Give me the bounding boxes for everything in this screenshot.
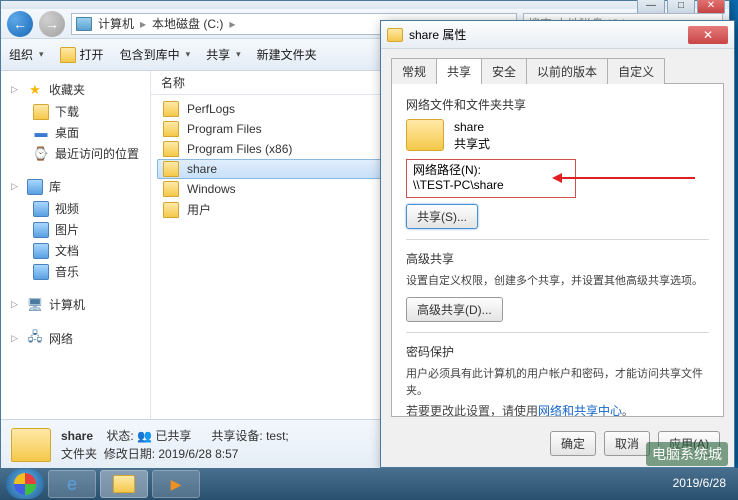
crumb-drive[interactable]: 本地磁盘 (C:)	[152, 15, 223, 32]
section-title: 密码保护	[406, 343, 709, 360]
folder-icon	[163, 181, 179, 197]
video-icon	[33, 201, 49, 217]
task-media[interactable]: ▶	[152, 470, 200, 498]
windows-orb-icon	[14, 473, 36, 495]
newfolder-button[interactable]: 新建文件夹	[257, 46, 317, 63]
forward-button[interactable]: →	[39, 11, 65, 37]
taskbar: e ▶ 2019/6/28	[0, 468, 738, 500]
dialog-title: share 属性	[409, 26, 466, 43]
folder-icon	[163, 161, 179, 177]
divider	[406, 332, 709, 333]
advanced-desc: 设置自定义权限，创建多个共享，并设置其他高级共享选项。	[406, 273, 709, 290]
folder-icon	[60, 47, 76, 63]
share-menu[interactable]: 共享	[206, 46, 241, 63]
password-desc: 用户必须具有此计算机的用户帐户和密码，才能访问共享文件夹。	[406, 366, 709, 399]
status-name: share	[61, 429, 93, 443]
task-ie[interactable]: e	[48, 470, 96, 498]
folder-icon	[406, 119, 444, 151]
ok-button[interactable]: 确定	[550, 431, 596, 456]
ie-icon: e	[67, 474, 77, 495]
desktop-icon: ▬	[33, 125, 49, 141]
share-button[interactable]: 共享(S)...	[406, 204, 478, 229]
sidebar-network[interactable]: 🖧网络	[11, 330, 140, 347]
media-icon: ▶	[171, 476, 182, 493]
sidebar-computer[interactable]: 🖥计算机	[11, 296, 140, 313]
status-type: 文件夹	[61, 447, 97, 461]
folder-icon	[387, 28, 403, 42]
folder-icon	[113, 475, 135, 493]
folder-icon	[163, 101, 179, 117]
star-icon: ★	[27, 82, 43, 98]
tab-panel: 网络文件和文件夹共享 share 共享式 网络路径(N): \\TEST-PC\…	[391, 83, 724, 417]
clock[interactable]: 2019/6/28	[673, 476, 732, 491]
network-path-value: \\TEST-PC\share	[413, 178, 569, 194]
tab-previous[interactable]: 以前的版本	[526, 58, 608, 84]
back-button[interactable]: ←	[7, 11, 33, 37]
pictures-icon	[33, 222, 49, 238]
recent-icon: ⌚	[33, 146, 49, 162]
tab-sharing[interactable]: 共享	[436, 58, 482, 84]
watermark: 电脑系统城	[646, 442, 728, 466]
share-folder-state: 共享式	[454, 136, 490, 153]
sidebar-item-recent[interactable]: ⌚最近访问的位置	[11, 143, 140, 164]
network-icon: 🖧	[27, 331, 43, 347]
tab-strip: 常规 共享 安全 以前的版本 自定义	[381, 49, 734, 83]
shared-icon: 👥	[137, 429, 152, 443]
cancel-button[interactable]: 取消	[604, 431, 650, 456]
advanced-share-button[interactable]: 高级共享(D)...	[406, 297, 503, 322]
music-icon	[33, 264, 49, 280]
sidebar-item-video[interactable]: 视频	[11, 198, 140, 219]
computer-icon: 🖥	[27, 297, 43, 313]
tab-security[interactable]: 安全	[481, 58, 527, 84]
properties-dialog: share 属性 ✕ 常规 共享 安全 以前的版本 自定义 网络文件和文件夹共享…	[380, 20, 735, 468]
section-title: 网络文件和文件夹共享	[406, 96, 709, 113]
sidebar-item-pictures[interactable]: 图片	[11, 219, 140, 240]
task-explorer[interactable]	[100, 470, 148, 498]
sidebar-libraries[interactable]: 库	[11, 178, 140, 195]
tab-custom[interactable]: 自定义	[607, 58, 665, 84]
sidebar: ★收藏夹 下载 ▬桌面 ⌚最近访问的位置 库 视频 图片 文档 音乐 🖥计算机 …	[1, 71, 151, 419]
dialog-titlebar: share 属性 ✕	[381, 21, 734, 49]
chevron-right-icon: ▸	[229, 17, 235, 31]
sidebar-item-desktop[interactable]: ▬桌面	[11, 122, 140, 143]
tab-general[interactable]: 常规	[391, 58, 437, 84]
sidebar-item-music[interactable]: 音乐	[11, 261, 140, 282]
folder-icon	[33, 104, 49, 120]
annotation-arrow	[555, 177, 695, 179]
open-button: 打开	[60, 46, 104, 63]
folder-icon	[163, 202, 179, 218]
share-folder-name: share	[454, 119, 490, 136]
sidebar-item-documents[interactable]: 文档	[11, 240, 140, 261]
documents-icon	[33, 243, 49, 259]
divider	[406, 239, 709, 240]
folder-icon	[163, 121, 179, 137]
drive-icon	[76, 17, 92, 31]
organize-menu[interactable]: 组织	[9, 46, 44, 63]
section-title: 高级共享	[406, 250, 709, 267]
sidebar-item-downloads[interactable]: 下载	[11, 101, 140, 122]
folder-icon	[11, 428, 51, 462]
chevron-right-icon: ▸	[140, 17, 146, 31]
dialog-close-button[interactable]: ✕	[688, 26, 728, 44]
sidebar-favorites[interactable]: ★收藏夹	[11, 81, 140, 98]
folder-icon	[163, 141, 179, 157]
include-menu[interactable]: 包含到库中	[120, 46, 191, 63]
network-center-link[interactable]: 网络和共享中心	[538, 404, 622, 417]
titlebar: — □ ✕	[1, 1, 729, 9]
crumb-computer[interactable]: 计算机	[98, 15, 134, 32]
library-icon	[27, 179, 43, 195]
start-button[interactable]	[6, 469, 44, 499]
